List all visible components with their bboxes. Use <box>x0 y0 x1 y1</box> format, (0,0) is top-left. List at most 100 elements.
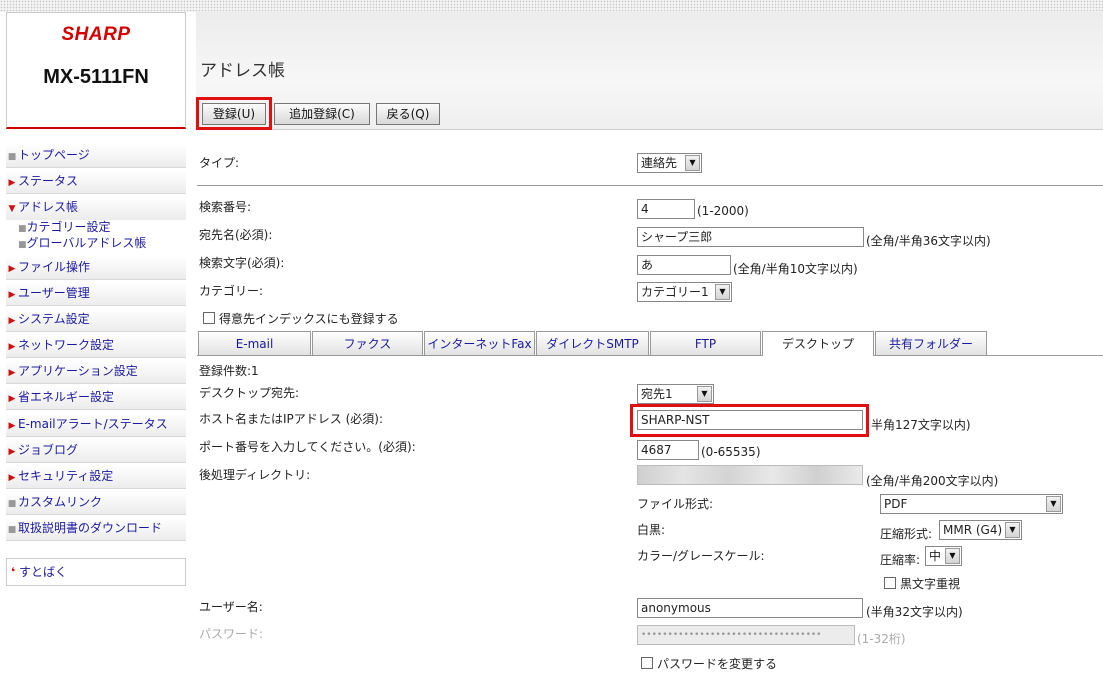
sidebar-item-file-ops[interactable]: ▶ ファイル操作 <box>6 256 186 280</box>
square-bullet-icon: ■ <box>18 240 27 250</box>
port-label: ポート番号を入力してください。(必須): <box>199 440 416 454</box>
password-input[interactable]: •••••••••••••••••••••••••••••••••• <box>637 625 855 645</box>
sidebar-item-system[interactable]: ▶ システム設定 <box>6 308 186 332</box>
sidebar-item-manual-download[interactable]: ■ 取扱説明書のダウンロード <box>6 517 186 541</box>
chevron-down-icon: ▼ <box>685 155 700 171</box>
sidebar-item-user-mgmt[interactable]: ▶ ユーザー管理 <box>6 282 186 306</box>
tab-direct-smtp[interactable]: ダイレクトSMTP <box>536 331 649 355</box>
password-hint: (1-32桁) <box>857 632 906 646</box>
chevron-down-icon: ▼ <box>697 386 712 402</box>
black-text-checkbox[interactable]: 黒文字重視 <box>884 575 960 592</box>
sidebar-item-network[interactable]: ▶ ネットワーク設定 <box>6 334 186 358</box>
chevron-down-icon: ▼ <box>715 284 730 300</box>
desktop-dest-select[interactable]: 宛先1 ▼ <box>637 384 714 404</box>
add-register-button[interactable]: 追加登録(C) <box>274 103 370 125</box>
name-label: 宛先名(必須): <box>199 228 273 242</box>
arrow-right-icon: ▶ <box>8 316 16 326</box>
checkbox-icon <box>884 577 896 589</box>
bookmark-icon: ❛ <box>11 565 16 579</box>
sidebar-item-email-alert[interactable]: ▶ E-mailアラート/ステータス <box>6 413 186 437</box>
sidebar-item-energy[interactable]: ▶ 省エネルギー設定 <box>6 386 186 410</box>
chevron-down-icon: ▼ <box>1005 522 1020 538</box>
compress-mode-label: 圧縮形式: <box>880 527 933 541</box>
arrow-right-icon: ▶ <box>8 447 16 457</box>
tab-ftp[interactable]: FTP <box>650 331 761 355</box>
password-label: パスワード: <box>199 627 264 641</box>
host-label: ホスト名またはIPアドレス (必須): <box>199 412 383 426</box>
sutobaku-link[interactable]: ❛ すとばく <box>6 558 186 586</box>
chevron-down-icon: ▼ <box>945 548 960 564</box>
square-bullet-icon: ■ <box>7 525 17 535</box>
square-bullet-icon: ■ <box>18 224 27 234</box>
square-bullet-icon: ■ <box>7 499 17 509</box>
tab-desktop[interactable]: デスクトップ <box>762 331 874 356</box>
file-type-select[interactable]: PDF ▼ <box>880 494 1063 514</box>
category-label: カテゴリー: <box>199 284 264 298</box>
checkbox-icon <box>203 312 215 324</box>
divider <box>197 185 1103 186</box>
chevron-down-icon: ▼ <box>1046 496 1061 512</box>
arrow-right-icon: ▶ <box>8 394 16 404</box>
arrow-right-icon: ▶ <box>8 342 16 352</box>
host-hint: 半角127文字以内) <box>871 418 971 432</box>
tab-shared-folder[interactable]: 共有フォルダー <box>875 331 987 355</box>
search-char-input[interactable]: あ <box>637 255 731 275</box>
host-input[interactable]: SHARP-NST <box>637 410 863 430</box>
color-label: カラー/グレースケール: <box>637 549 765 563</box>
arrow-right-icon: ▶ <box>8 421 16 431</box>
type-label: タイプ: <box>199 156 240 170</box>
bw-label: 白黒: <box>637 523 666 537</box>
category-select[interactable]: カテゴリー1 ▼ <box>637 282 732 302</box>
sidebar-subitem-global-address[interactable]: ■グローバルアドレス帳 <box>18 235 186 253</box>
post-dir-input[interactable] <box>637 465 863 485</box>
file-type-label: ファイル形式: <box>637 497 714 511</box>
name-hint: (全角/半角36文字以内) <box>866 234 991 248</box>
tab-email[interactable]: E-mail <box>198 331 311 355</box>
post-dir-label: 後処理ディレクトリ: <box>199 468 311 482</box>
tab-fax[interactable]: ファクス <box>312 331 423 355</box>
post-dir-hint: (全角/半角200文字以内) <box>866 474 999 488</box>
back-button[interactable]: 戻る(Q) <box>376 103 440 125</box>
arrow-right-icon: ▶ <box>8 264 16 274</box>
search-number-input[interactable]: 4 <box>637 199 695 219</box>
user-name-label: ユーザー名: <box>199 600 263 614</box>
page-title: アドレス帳 <box>200 61 285 81</box>
sidebar-item-custom-link[interactable]: ■ カスタムリンク <box>6 491 186 515</box>
arrow-down-icon: ▼ <box>8 204 16 214</box>
port-hint: (0-65535) <box>701 445 761 459</box>
port-input[interactable]: 4687 <box>637 440 699 460</box>
name-input[interactable]: シャープ三郎 <box>637 227 864 247</box>
sidebar-item-application[interactable]: ▶ アプリケーション設定 <box>6 360 186 384</box>
compress-rate-select[interactable]: 中 ▼ <box>925 546 962 566</box>
desktop-dest-label: デスクトップ宛先: <box>199 386 300 400</box>
registered-count: 登録件数:1 <box>199 364 259 378</box>
sharp-logo: SHARP <box>61 24 131 45</box>
search-number-hint: (1-2000) <box>697 204 749 218</box>
arrow-right-icon: ▶ <box>8 290 16 300</box>
arrow-right-icon: ▶ <box>8 178 16 188</box>
type-select[interactable]: 連絡先 ▼ <box>637 153 702 173</box>
search-char-hint: (全角/半角10文字以内) <box>733 262 858 276</box>
sidebar-item-address-book[interactable]: ▼ アドレス帳 <box>6 196 186 220</box>
arrow-right-icon: ▶ <box>8 473 16 483</box>
arrow-right-icon: ▶ <box>8 368 16 378</box>
sidebar-item-security[interactable]: ▶ セキュリティ設定 <box>6 465 186 489</box>
change-password-checkbox[interactable]: パスワードを変更する <box>641 655 777 672</box>
square-bullet-icon: ■ <box>7 152 17 162</box>
compress-mode-select[interactable]: MMR (G4) ▼ <box>939 520 1022 540</box>
favorite-index-checkbox[interactable]: 得意先インデックスにも登録する <box>203 310 399 327</box>
register-button[interactable]: 登録(U) <box>202 103 266 125</box>
compress-rate-label: 圧縮率: <box>880 553 921 567</box>
user-name-input[interactable]: anonymous <box>637 598 863 618</box>
search-number-label: 検索番号: <box>199 200 252 214</box>
checkbox-icon <box>641 657 653 669</box>
model-name: MX-5111FN <box>43 66 149 88</box>
user-name-hint: (半角32文字以内) <box>866 605 963 619</box>
search-char-label: 検索文字(必須): <box>199 256 285 270</box>
tab-internet-fax[interactable]: インターネットFax <box>424 331 535 355</box>
logo-box: SHARP MX-5111FN <box>6 12 186 129</box>
top-band <box>0 0 1103 12</box>
sidebar-item-top-page[interactable]: ■ トップページ <box>6 144 186 168</box>
sidebar-item-status[interactable]: ▶ ステータス <box>6 170 186 194</box>
sidebar-item-job-log[interactable]: ▶ ジョブログ <box>6 439 186 463</box>
